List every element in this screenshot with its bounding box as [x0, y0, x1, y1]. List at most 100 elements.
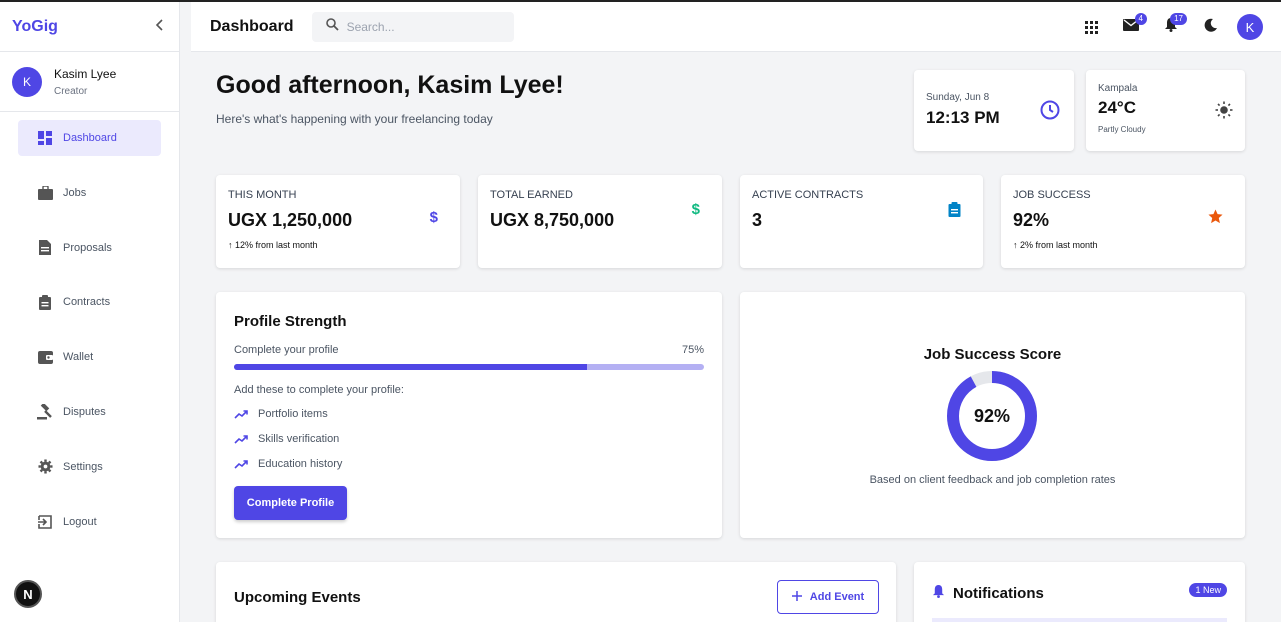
stat-change: ↑ 2% from last month: [1013, 240, 1098, 250]
sidebar-item-label: Jobs: [63, 186, 87, 199]
stat-card-active-contracts: ACTIVE CONTRACTS 3: [740, 175, 983, 268]
add-event-button[interactable]: Add Event: [777, 580, 879, 614]
search-icon: [325, 17, 339, 36]
sidebar-item-label: Disputes: [63, 405, 106, 418]
notification-item[interactable]: [932, 618, 1227, 622]
mail-button[interactable]: 4: [1111, 7, 1151, 47]
sidebar-item-jobs[interactable]: Jobs: [18, 175, 161, 211]
apps-grid-icon[interactable]: [1071, 7, 1111, 47]
list-item[interactable]: Skills verification: [234, 432, 704, 446]
notifications-card: Notifications 1 New: [914, 562, 1245, 622]
brand-bar: YoGig: [0, 2, 179, 52]
stat-value: 92%: [1013, 210, 1050, 230]
sidebar-item-dashboard[interactable]: Dashboard: [18, 120, 161, 156]
stat-card-total-earned: TOTAL EARNED UGX 8,750,000 $: [478, 175, 722, 268]
stat-value: UGX 8,750,000: [490, 210, 615, 230]
page-title: Dashboard: [210, 17, 294, 35]
sun-icon: [1215, 101, 1233, 124]
dev-tools-badge[interactable]: N: [14, 580, 42, 608]
sidebar-item-label: Dashboard: [63, 132, 117, 144]
clipboard-icon: [948, 202, 961, 221]
stat-card-job-success: JOB SUCCESS 92% ↑ 2% from last month: [1001, 175, 1245, 268]
sidebar-item-settings[interactable]: Settings: [18, 449, 161, 485]
gear-icon: [36, 458, 54, 476]
user-name: Kasim Lyee: [54, 66, 117, 81]
sidebar-item-proposals[interactable]: Proposals: [18, 230, 161, 266]
section-title: Job Success Score: [923, 346, 1062, 363]
profile-strength-card: Profile Strength Complete your profile 7…: [216, 292, 722, 538]
stat-label: TOTAL EARNED: [490, 189, 573, 201]
avatar: K: [12, 66, 42, 97]
dashboard-icon: [36, 129, 54, 147]
dollar-icon: $: [429, 209, 438, 226]
stat-value: UGX 1,250,000: [228, 210, 353, 230]
sidebar-item-wallet[interactable]: Wallet: [18, 339, 161, 375]
list-item[interactable]: Portfolio items: [234, 407, 704, 421]
wallet-icon: [36, 348, 54, 366]
stat-label: ACTIVE CONTRACTS: [752, 189, 864, 201]
trending-up-icon: [234, 460, 248, 469]
search-input[interactable]: [346, 19, 497, 34]
logout-icon: [36, 513, 54, 531]
document-icon: [36, 239, 54, 257]
sidebar-item-label: Contracts: [63, 296, 111, 309]
todo-title: Add these to complete your profile:: [234, 384, 404, 396]
briefcase-icon: [36, 184, 54, 202]
todo-label: Education history: [258, 458, 343, 470]
gavel-icon: [36, 403, 54, 421]
notification-count-badge: 17: [1170, 13, 1187, 25]
dollar-icon: $: [691, 201, 700, 218]
moon-icon: [1204, 18, 1218, 37]
progress-label: Complete your profile: [234, 344, 339, 356]
sidebar-item-contracts[interactable]: Contracts: [18, 284, 161, 320]
upcoming-events-card: Upcoming Events Add Event: [216, 562, 896, 622]
clipboard-icon: [36, 293, 54, 311]
gauge-value: 92%: [973, 405, 1011, 426]
profile-progress-bar: [234, 364, 704, 370]
section-title: Profile Strength: [234, 313, 347, 330]
gauge-caption: Based on client feedback and job complet…: [869, 474, 1116, 486]
weather-temp: 24°C: [1098, 98, 1136, 117]
stat-label: JOB SUCCESS: [1013, 189, 1091, 201]
sidebar-item-disputes[interactable]: Disputes: [18, 394, 161, 430]
clock-icon: [1040, 100, 1060, 125]
section-title: Notifications: [953, 585, 1044, 602]
top-icons: 4 17 K: [1071, 2, 1281, 52]
trending-up-icon: [234, 435, 248, 444]
add-event-label: Add Event: [809, 591, 865, 603]
todo-label: Portfolio items: [258, 408, 328, 420]
chevron-left-icon[interactable]: [155, 18, 165, 36]
search-box[interactable]: [311, 11, 514, 42]
sidebar-item-logout[interactable]: Logout: [18, 504, 161, 540]
avatar[interactable]: K: [1237, 14, 1263, 40]
progress-fill: [234, 364, 587, 370]
sidebar-item-label: Wallet: [63, 351, 94, 364]
greeting-title: Good afternoon, Kasim Lyee!: [216, 71, 564, 99]
sidebar-item-label: Proposals: [63, 241, 112, 254]
star-icon: [1208, 209, 1223, 228]
weather-condition: Partly Cloudy: [1098, 125, 1146, 134]
todo-label: Skills verification: [258, 433, 340, 445]
app-logo[interactable]: YoGig: [12, 18, 58, 36]
user-role: Creator: [54, 85, 88, 97]
user-profile[interactable]: K Kasim Lyee Creator: [0, 52, 179, 112]
main-content: Good afternoon, Kasim Lyee! Here's what'…: [180, 52, 1281, 622]
sidebar: YoGig K Kasim Lyee Creator Dashboard Job…: [0, 2, 180, 622]
trending-up-icon: [234, 410, 248, 419]
job-success-card: Job Success Score 92% Based on client fe…: [740, 292, 1245, 538]
weather-card: Kampala 24°C Partly Cloudy: [1086, 70, 1245, 151]
sidebar-item-label: Settings: [63, 460, 103, 473]
complete-profile-button[interactable]: Complete Profile: [234, 486, 347, 520]
list-item[interactable]: Education history: [234, 457, 704, 471]
greeting-subtitle: Here's what's happening with your freela…: [216, 112, 493, 126]
stat-value: 3: [752, 210, 763, 230]
plus-icon: [791, 590, 802, 604]
sidebar-item-label: Logout: [63, 515, 97, 528]
stat-card-this-month: THIS MONTH UGX 1,250,000 ↑ 12% from last…: [216, 175, 460, 268]
stat-label: THIS MONTH: [228, 189, 297, 201]
bell-icon: [932, 584, 945, 603]
notifications-button[interactable]: 17: [1151, 7, 1191, 47]
dark-mode-toggle[interactable]: [1191, 7, 1231, 47]
stat-change: ↑ 12% from last month: [228, 240, 318, 250]
mail-count-badge: 4: [1134, 13, 1147, 25]
